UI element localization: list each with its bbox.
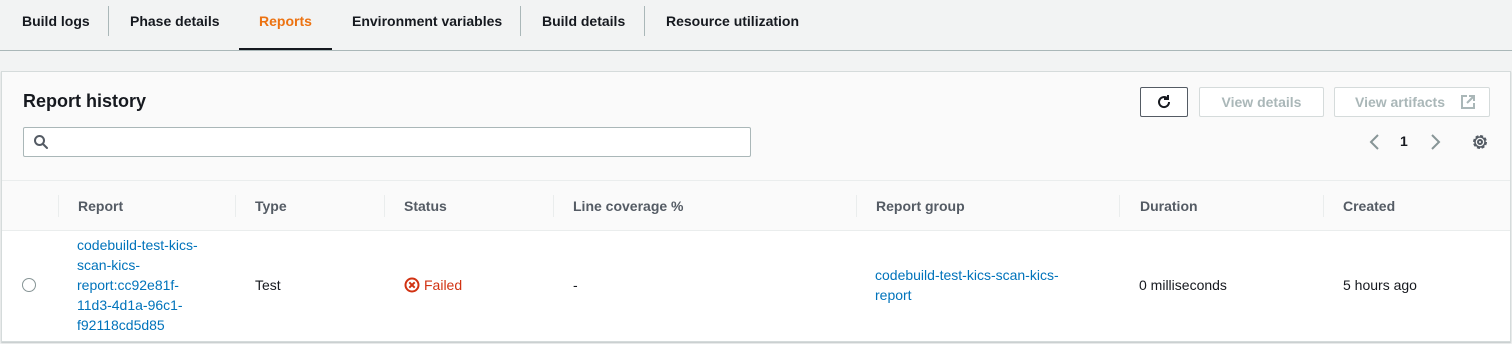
report-link[interactable]: codebuild-test-kics- scan-kics- report:c… (77, 235, 227, 335)
report-group-link-line: codebuild-test-kics-scan-kics- (875, 267, 1059, 283)
column-header-duration[interactable]: Duration (1140, 198, 1198, 214)
column-header-report-group[interactable]: Report group (876, 198, 965, 214)
chevron-right-icon[interactable] (1425, 132, 1445, 152)
column-divider (1119, 195, 1120, 217)
status-badge: Failed (404, 275, 462, 295)
column-divider (856, 195, 857, 217)
column-divider (384, 195, 385, 217)
status-text: Failed (424, 277, 463, 293)
duration-value: 0 milliseconds (1139, 277, 1227, 293)
chevron-left-icon[interactable] (1365, 132, 1385, 152)
created-value: 5 hours ago (1343, 277, 1417, 293)
report-group-link-line: report (875, 287, 912, 303)
table-header: Report Type Status Line coverage % Repor… (2, 181, 1510, 231)
refresh-button[interactable] (1140, 87, 1188, 117)
report-type: Test (255, 277, 281, 293)
view-artifacts-label: View artifacts (1354, 94, 1445, 110)
report-link-line: scan-kics- (77, 257, 141, 273)
column-divider (553, 195, 554, 217)
search-icon (34, 135, 48, 149)
tab-reports[interactable]: Reports (239, 0, 332, 50)
tab-divider (644, 6, 645, 36)
column-divider (1323, 195, 1324, 217)
search-input[interactable] (23, 127, 751, 157)
page-title: Report history (23, 91, 147, 111)
report-link-line: 11d3-4d1a-96c1- (77, 297, 183, 313)
line-coverage-value: - (573, 277, 578, 293)
tab-bar: Build logs Phase details Reports Environ… (0, 0, 1512, 51)
tab-divider (108, 6, 109, 36)
gear-icon[interactable] (1470, 132, 1490, 152)
pagination: 1 (1365, 130, 1445, 154)
column-header-line-coverage[interactable]: Line coverage % (573, 198, 684, 214)
report-link-line: report:cc92e81f- (77, 277, 179, 293)
tab-environment-variables[interactable]: Environment variables (352, 0, 502, 50)
refresh-icon (1158, 95, 1171, 109)
column-header-created[interactable]: Created (1343, 198, 1395, 214)
tab-resource-utilization[interactable]: Resource utilization (666, 0, 799, 50)
view-details-button[interactable]: View details (1199, 87, 1324, 117)
row-select-radio[interactable] (22, 278, 36, 292)
failed-x-icon (404, 277, 420, 293)
column-divider (58, 195, 59, 217)
table-row[interactable]: codebuild-test-kics- scan-kics- report:c… (2, 231, 1510, 343)
tab-phase-details[interactable]: Phase details (130, 0, 220, 50)
column-header-type[interactable]: Type (255, 198, 287, 214)
view-artifacts-button[interactable]: View artifacts (1334, 87, 1490, 117)
current-page-number[interactable]: 1 (1400, 133, 1408, 149)
report-link-line: codebuild-test-kics- (77, 237, 198, 253)
panel-header: Report history View details View artifac… (2, 72, 1510, 181)
report-history-panel: Report history View details View artifac… (1, 71, 1511, 342)
column-divider (235, 195, 236, 217)
column-header-report[interactable]: Report (78, 198, 123, 214)
report-group-link[interactable]: codebuild-test-kics-scan-kics- report (875, 265, 1095, 305)
tab-divider (520, 6, 521, 36)
external-link-icon (1461, 95, 1475, 109)
tab-build-logs[interactable]: Build logs (22, 0, 90, 50)
report-link-line: f92118cd5d85 (77, 317, 165, 333)
tab-build-details[interactable]: Build details (542, 0, 625, 50)
column-header-status[interactable]: Status (404, 198, 447, 214)
